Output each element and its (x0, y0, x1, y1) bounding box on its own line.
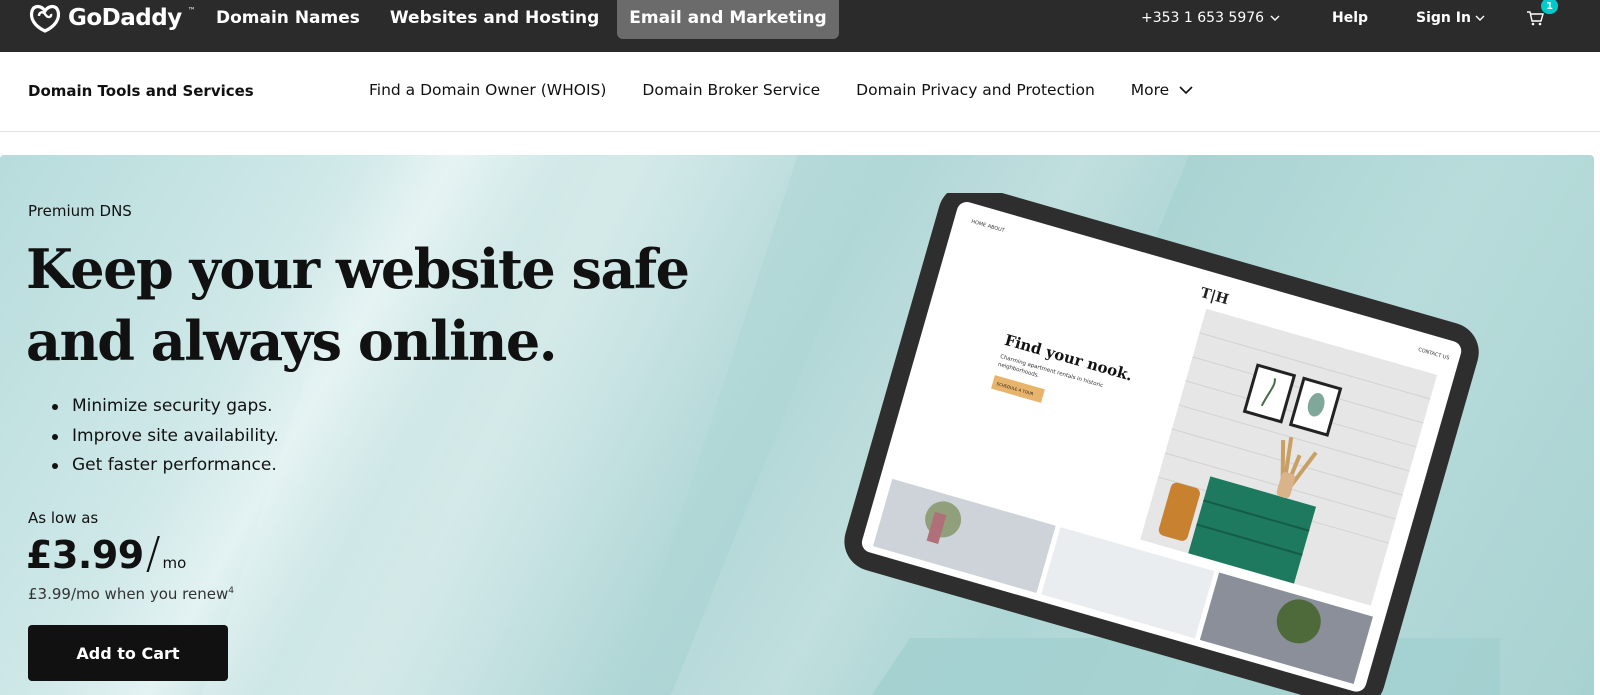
feature-list: Minimize security gaps. Improve site ava… (48, 392, 279, 481)
price-display: £3.99 / mo (26, 528, 186, 579)
nav-domain-names[interactable]: Domain Names (204, 0, 372, 39)
feature-item: Minimize security gaps. (48, 392, 279, 422)
phone-number: +353 1 653 5976 (1141, 10, 1265, 26)
footnote-marker[interactable]: 4 (228, 586, 234, 596)
help-link[interactable]: Help (1332, 0, 1368, 36)
chevron-down-icon (1270, 15, 1280, 21)
cart-icon (1527, 11, 1544, 26)
chevron-down-icon (1179, 85, 1193, 94)
main-nav: Domain Names Websites and Hosting Email … (204, 0, 839, 39)
subnav-privacy-link[interactable]: Domain Privacy and Protection (856, 81, 1095, 99)
sub-navigation: Domain Tools and Services Find a Domain … (0, 52, 1600, 132)
top-navigation-bar: GoDaddy ™ Domain Names Websites and Host… (0, 0, 1600, 52)
hero-eyebrow: Premium DNS (28, 202, 132, 220)
feature-item: Improve site availability. (48, 422, 279, 452)
chevron-down-icon (1475, 15, 1485, 21)
subnav-title[interactable]: Domain Tools and Services (28, 82, 254, 100)
price-prefix: As low as (28, 509, 99, 527)
godaddy-logo[interactable]: GoDaddy ™ (28, 0, 196, 36)
sign-in-dropdown[interactable]: Sign In (1416, 0, 1485, 36)
nav-email-marketing[interactable]: Email and Marketing (617, 0, 839, 39)
add-to-cart-button[interactable]: Add to Cart (28, 625, 228, 681)
tablet-illustration: HOME ABOUT CONTACT US T|H Find your nook… (844, 193, 1500, 695)
subnav-links: Find a Domain Owner (WHOIS) Domain Broke… (369, 81, 1193, 99)
hero-headline: Keep your website safe and always online… (26, 237, 690, 373)
godaddy-logo-icon (29, 4, 61, 33)
price-slash: / (145, 528, 161, 579)
feature-item: Get faster performance. (48, 451, 279, 481)
subnav-broker-link[interactable]: Domain Broker Service (642, 81, 820, 99)
more-label: More (1130, 81, 1170, 99)
renewal-text: £3.99/mo when you renew (28, 585, 229, 603)
renewal-price: £3.99/mo when you renew4 (28, 585, 234, 603)
sign-in-label: Sign In (1416, 10, 1471, 26)
cart-count-badge: 1 (1541, 0, 1558, 14)
hero-banner: Premium DNS Keep your website safe and a… (0, 155, 1594, 695)
nav-websites-hosting[interactable]: Websites and Hosting (378, 0, 611, 39)
phone-dropdown[interactable]: +353 1 653 5976 (1141, 0, 1280, 36)
subnav-more-dropdown[interactable]: More (1131, 81, 1193, 99)
price-unit: mo (162, 554, 187, 572)
subnav-whois-link[interactable]: Find a Domain Owner (WHOIS) (369, 81, 606, 99)
trademark-symbol: ™ (187, 5, 196, 15)
price-amount: £3.99 (26, 533, 144, 577)
brand-name: GoDaddy (68, 5, 182, 31)
